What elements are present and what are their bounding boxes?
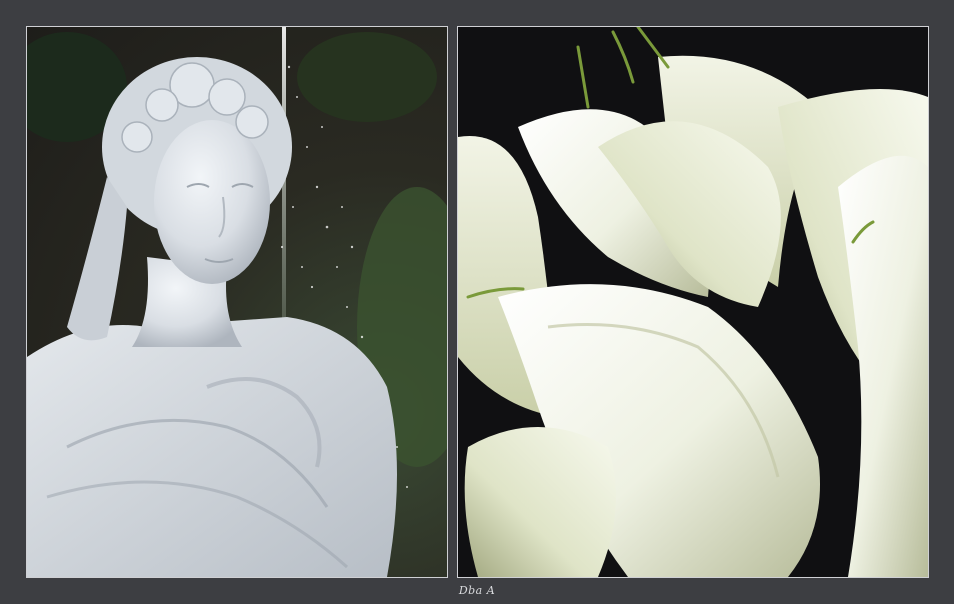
photographer-signature: Dba A: [458, 584, 496, 597]
marble-bust-illustration: [27, 27, 447, 577]
calla-lilies-illustration: [458, 27, 928, 577]
photo-collage-frame: Dba A: [0, 0, 954, 604]
lily-lower-left: [464, 427, 616, 577]
lily-right: [838, 155, 928, 577]
foliage-top-right: [297, 32, 437, 122]
right-photo-calla-lilies: [457, 26, 929, 578]
bust-drapery: [27, 317, 397, 577]
left-photo-marble-bust: [26, 26, 448, 578]
bust-face: [154, 120, 270, 284]
